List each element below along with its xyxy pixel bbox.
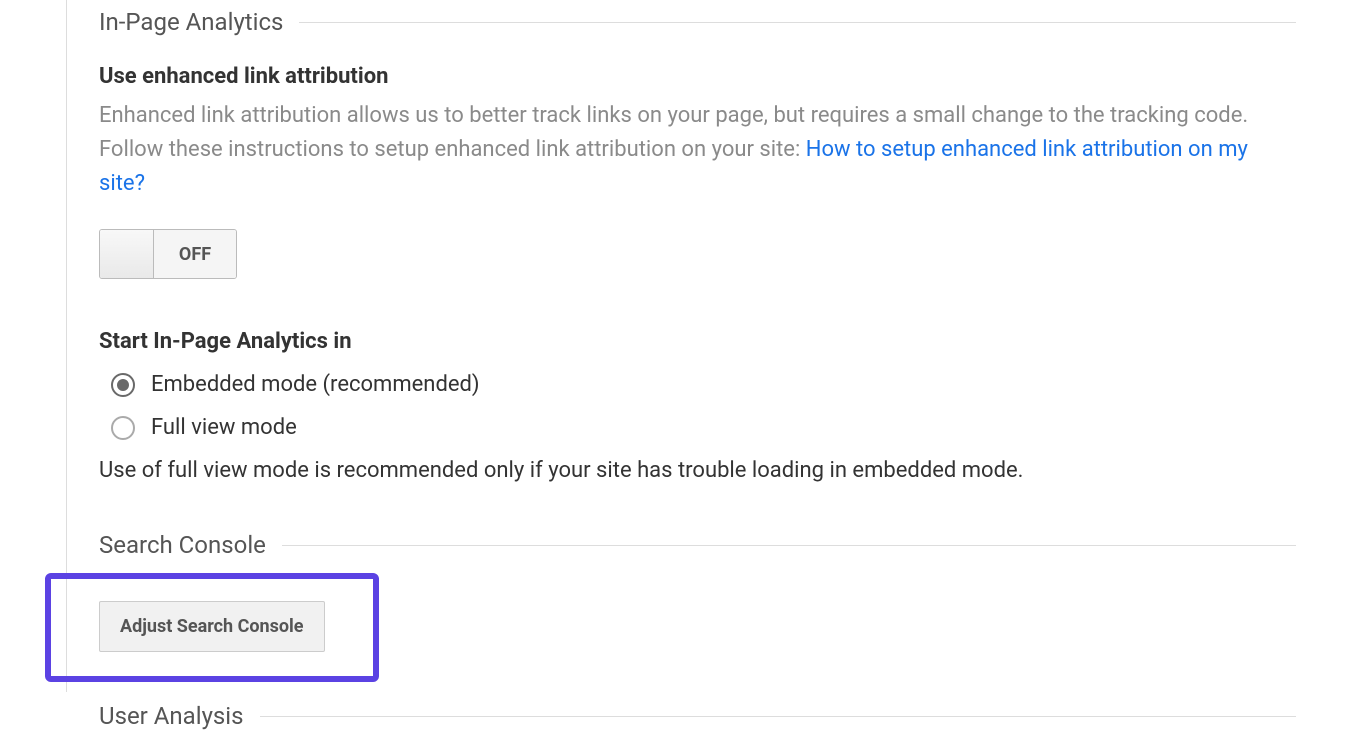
section-title: In-Page Analytics <box>99 8 299 36</box>
section-header-search-console: Search Console <box>99 531 1296 559</box>
enhanced-link-toggle[interactable]: OFF <box>99 229 237 279</box>
section-header-user-analysis: User Analysis <box>99 702 1296 730</box>
radio-embedded-mode[interactable]: Embedded mode (recommended) <box>99 372 1296 397</box>
enhanced-link-title: Use enhanced link attribution <box>99 64 1296 89</box>
radio-label: Embedded mode (recommended) <box>151 372 480 397</box>
section-title: User Analysis <box>99 702 260 730</box>
radio-label: Full view mode <box>151 415 297 440</box>
toggle-state-label: OFF <box>154 230 236 278</box>
radio-full-view-mode[interactable]: Full view mode <box>99 415 1296 440</box>
radio-button-icon <box>111 373 135 397</box>
settings-content: In-Page Analytics Use enhanced link attr… <box>66 0 1296 692</box>
divider <box>299 22 1296 23</box>
toggle-knob <box>100 230 154 278</box>
start-mode-help-text: Use of full view mode is recommended onl… <box>99 458 1296 483</box>
divider <box>260 716 1296 717</box>
section-title: Search Console <box>99 531 282 559</box>
section-header-in-page-analytics: In-Page Analytics <box>99 8 1296 36</box>
start-mode-title: Start In-Page Analytics in <box>99 329 1296 354</box>
highlight-annotation: Adjust Search Console <box>45 573 379 682</box>
enhanced-link-description: Enhanced link attribution allows us to b… <box>99 99 1296 201</box>
radio-button-icon <box>111 416 135 440</box>
divider <box>282 545 1296 546</box>
adjust-search-console-button[interactable]: Adjust Search Console <box>99 601 325 652</box>
